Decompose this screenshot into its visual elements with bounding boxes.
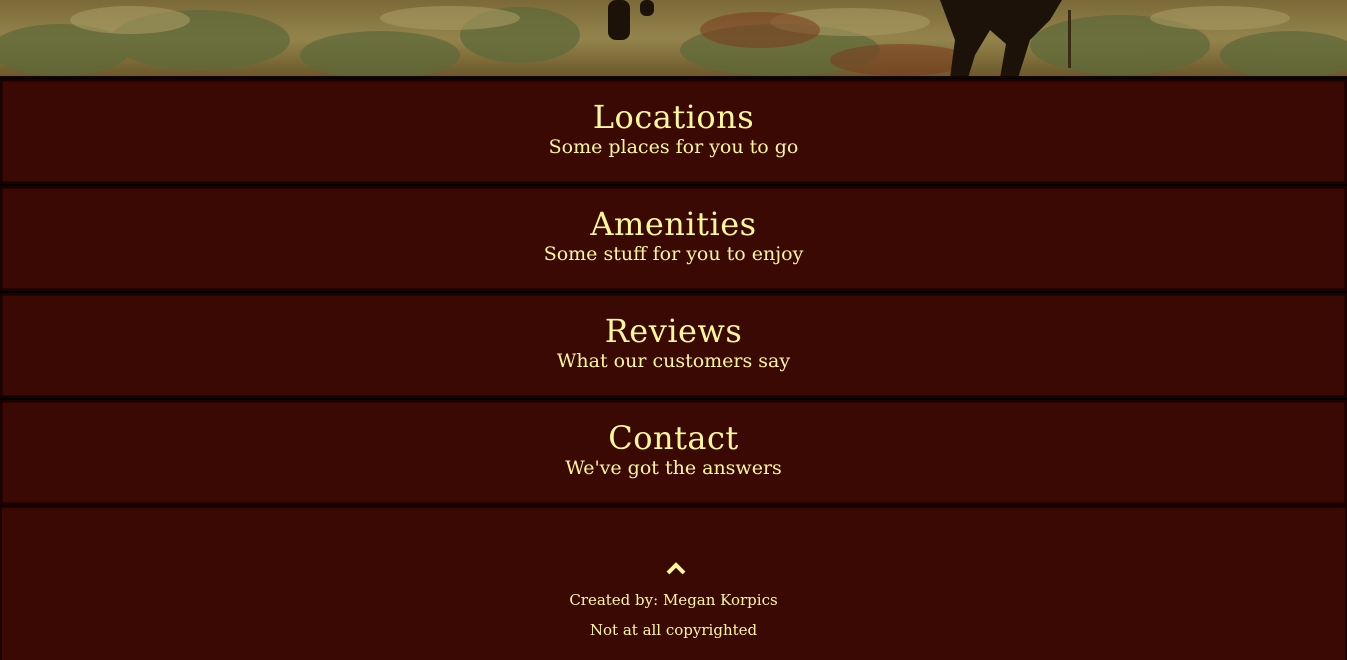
section-contact[interactable]: Contact We've got the answers	[0, 400, 1347, 505]
footer-credit: Created by: Megan Korpics	[569, 591, 778, 609]
section-subtitle: Some stuff for you to enjoy	[543, 243, 804, 265]
section-subtitle: Some places for you to go	[548, 136, 799, 158]
back-to-top-button[interactable]	[665, 560, 687, 576]
section-amenities[interactable]: Amenities Some stuff for you to enjoy	[0, 186, 1347, 291]
section-title: Amenities	[590, 205, 757, 243]
chevron-up-icon	[666, 562, 686, 575]
footer-copyright: Not at all copyrighted	[589, 621, 758, 639]
footer: Created by: Megan Korpics Not at all cop…	[0, 506, 1347, 660]
section-reviews[interactable]: Reviews What our customers say	[0, 293, 1347, 398]
section-locations[interactable]: Locations Some places for you to go	[0, 79, 1347, 184]
section-title: Locations	[592, 98, 755, 136]
hero-photo	[0, 0, 1347, 78]
section-title: Reviews	[604, 312, 743, 350]
section-subtitle: What our customers say	[556, 350, 791, 372]
hero-image	[0, 0, 1347, 78]
section-subtitle: We've got the answers	[565, 457, 782, 479]
section-title: Contact	[608, 419, 739, 457]
